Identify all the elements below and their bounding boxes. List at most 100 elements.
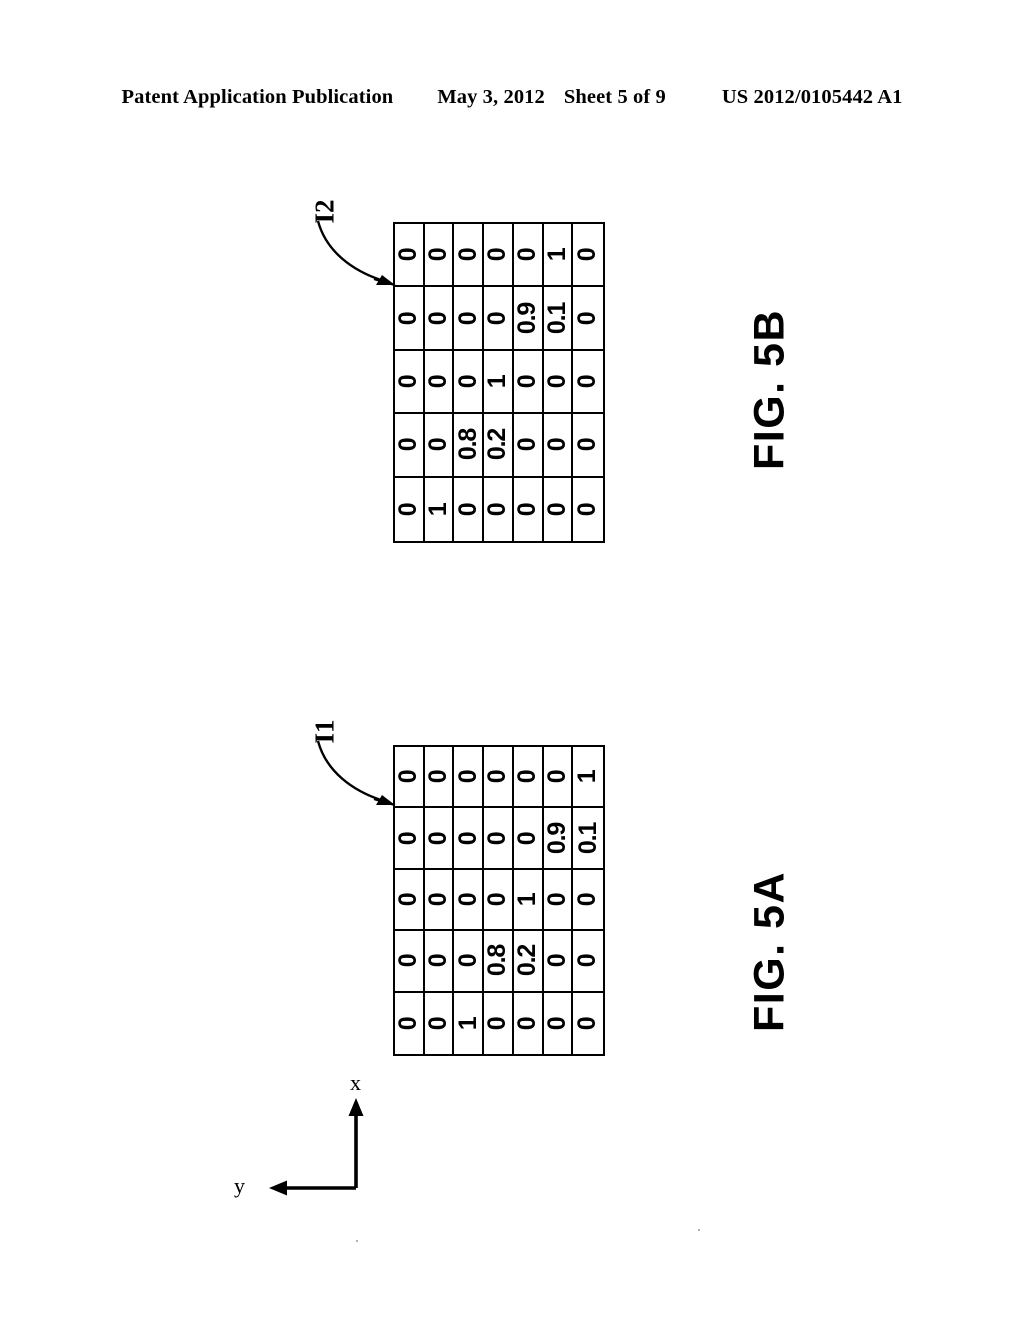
matrix-cell: 0	[395, 869, 425, 932]
matrix-cell-value: 0	[424, 892, 453, 907]
matrix-cell-value: 0	[454, 311, 482, 325]
matrix-cell: 0	[424, 224, 455, 288]
matrix-cell: 0	[544, 477, 574, 541]
matrix-cell-value: 0	[513, 438, 542, 452]
matrix-cell: 1	[484, 350, 514, 415]
matrix-cell-value: 0.2	[484, 429, 512, 461]
matrix-cell: 0	[543, 747, 574, 809]
matrix-cell-value: 0	[484, 247, 512, 262]
matrix-cell: 0	[543, 992, 574, 1054]
matrix-cell: 0	[573, 993, 603, 1054]
matrix-cell-value: 0	[395, 374, 423, 389]
matrix-cell: 0	[454, 808, 485, 870]
matrix-cell: 0	[424, 992, 455, 1054]
matrix-cell-value: 0	[395, 954, 423, 968]
matrix-cell-value: 0	[395, 831, 423, 845]
matrix-cell-value: 0	[454, 892, 482, 907]
matrix-cell: 0.2	[484, 414, 514, 478]
matrix-cell-value: 0	[454, 769, 482, 784]
matrix-cell: 0	[395, 931, 425, 993]
matrix-cell: 0	[484, 869, 514, 932]
matrix-cell: 0	[484, 287, 514, 351]
matrix-cell-value: 0	[543, 438, 571, 452]
matrix-cell-value: 0	[454, 374, 482, 389]
matrix-cell-value: 0	[424, 954, 453, 968]
matrix-cell-value: 0.1	[543, 302, 571, 334]
matrix-cell-value: 0	[573, 311, 602, 325]
matrix-cell-value: 0	[484, 1016, 512, 1030]
matrix-cell: 0	[395, 350, 425, 415]
matrix-cell: 0	[573, 351, 603, 415]
matrix-cell: 0	[513, 808, 544, 870]
matrix-cell-value: 0	[454, 247, 482, 262]
figure-caption-5b: FIG. 5B	[745, 308, 794, 471]
matrix-cell-value: 1	[424, 502, 453, 516]
matrix-cell: 0	[424, 808, 455, 870]
matrix-cell-value: 1	[513, 892, 542, 907]
matrix-cell: 0	[573, 931, 603, 993]
matrix-cell-value: 0	[573, 954, 602, 968]
matrix-cell: 0.8	[454, 414, 485, 478]
axis-indicator	[269, 1098, 364, 1196]
matrix-cell: 0	[573, 870, 603, 932]
matrix-cell: 1	[454, 992, 485, 1054]
matrix-cell: 0	[424, 287, 455, 351]
matrix-cell-value: 0	[424, 769, 453, 784]
matrix-cell: 0	[395, 808, 425, 870]
matrix-cell-value: 0	[573, 502, 602, 516]
matrix-cell: 0	[395, 992, 425, 1054]
matrix-cell: 0	[484, 477, 514, 541]
matrix-cell: 0	[395, 477, 425, 541]
matrix-cell: 0.9	[543, 808, 574, 870]
matrix-cell-value: 0	[573, 374, 602, 389]
matrix-cell: 0	[424, 931, 455, 993]
matrix-cell-value: 0	[513, 247, 542, 262]
header-publication-title: Patent Application Publication	[121, 86, 394, 108]
matrix-cell: 0	[513, 224, 544, 288]
matrix-cell: 0	[484, 808, 514, 870]
figure-caption-5a: FIG. 5A	[745, 870, 794, 1033]
matrix-cell-value: 0	[424, 1016, 453, 1030]
matrix-cell-value: 0.1	[573, 822, 602, 854]
matrix-cell: 0	[395, 414, 425, 478]
matrix-cell: 0	[454, 350, 485, 415]
matrix-cell: 0	[484, 747, 514, 809]
axis-label-y: y	[234, 1173, 245, 1198]
matrix-cell: 0	[424, 747, 455, 809]
matrix-cell-value: 0	[395, 247, 423, 262]
page-header: Patent Application Publication May 3, 20…	[0, 86, 1024, 116]
reference-label-i1: I1	[309, 719, 340, 744]
matrix-cell-value: 0	[543, 892, 571, 907]
matrix-cell-value: 0	[484, 769, 512, 784]
matrix-cell: 0	[424, 350, 455, 415]
matrix-cell: 0.1	[573, 808, 603, 870]
matrix-cell: 0	[514, 477, 544, 541]
scan-speck	[698, 1229, 700, 1231]
matrix-cell: 0	[454, 869, 485, 932]
reference-label-i2: I2	[309, 199, 340, 224]
matrix-cell-value: 0	[454, 502, 482, 516]
matrix-cell: 0	[513, 414, 544, 478]
matrix-cell-value: 0	[573, 247, 602, 262]
matrix-cell-value: 1	[454, 1016, 482, 1030]
matrix-cell: 1	[513, 869, 544, 932]
matrix-cell: 0	[543, 869, 574, 932]
matrix-cell-value: 0	[395, 892, 423, 907]
header-date: May 3, 2012	[437, 86, 545, 108]
matrix-cell: 0	[395, 224, 425, 288]
matrix-cell: 0.9	[513, 287, 544, 351]
matrix-cell: 1	[573, 747, 603, 809]
matrix-cell: 0	[395, 747, 425, 809]
matrix-cell-value: 0	[395, 502, 423, 516]
matrix-cell: 0	[573, 414, 603, 478]
header-publication-number: US 2012/0105442 A1	[721, 86, 903, 108]
matrix-cell-value: 0	[543, 1016, 571, 1030]
matrix-cell-value: 1	[484, 374, 512, 389]
matrix-cell-value: 0	[543, 769, 571, 784]
matrix-cell: 0	[573, 224, 603, 288]
matrix-cell: 0	[454, 287, 485, 351]
axis-label-x: x	[350, 1070, 361, 1095]
figure-5a-grid: 0 0 0 0 0 0 1 0 0 0 0 0 0.9 0.1 0 0 0 0 1 0 0 0 0 0 0.8 0.2 0 0 0 0 1 0…	[393, 745, 605, 1056]
matrix-cell-value: 0	[395, 769, 423, 784]
matrix-cell-value: 0	[484, 311, 512, 325]
